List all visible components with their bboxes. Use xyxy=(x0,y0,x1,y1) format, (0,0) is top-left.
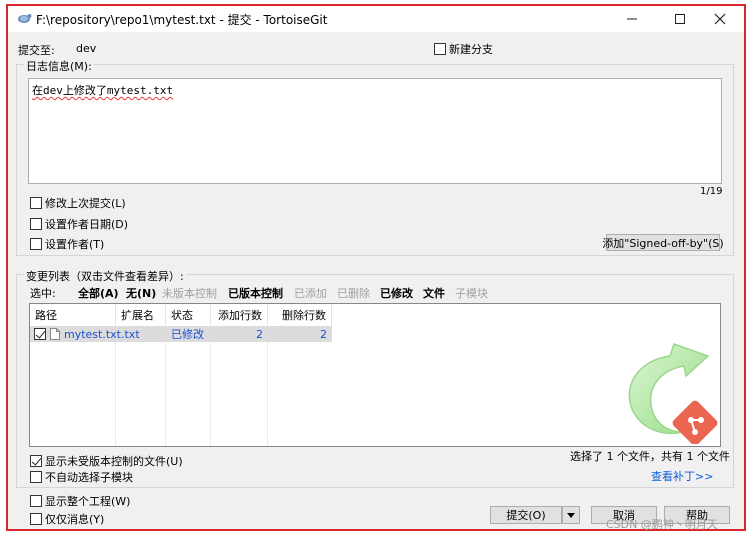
row-checkbox[interactable] xyxy=(34,328,46,340)
amend-checkbox[interactable]: 修改上次提交(L) xyxy=(30,195,126,211)
log-message-text: 在dev上修改了mytest.txt xyxy=(32,84,174,97)
tortoisegit-app-icon xyxy=(16,10,32,26)
column-header-deleted-lines[interactable]: 删除行数 xyxy=(268,304,332,326)
column-divider xyxy=(210,326,211,446)
show-whole-project-checkbox[interactable]: 显示整个工程(W) xyxy=(30,493,130,509)
text-file-icon xyxy=(50,328,60,340)
maximize-button[interactable] xyxy=(660,6,700,32)
amend-checkbox-box[interactable] xyxy=(30,197,42,209)
commit-button[interactable]: 提交(O) xyxy=(490,506,562,524)
filter-versioned[interactable]: 已版本控制 xyxy=(228,285,283,301)
message-char-counter: 1/19 xyxy=(700,186,723,197)
filter-added[interactable]: 已添加 xyxy=(294,285,327,301)
filter-unversioned[interactable]: 未版本控制 xyxy=(162,285,217,301)
new-branch-checkbox-box[interactable] xyxy=(434,43,446,55)
set-author-checkbox[interactable]: 设置作者(T) xyxy=(30,236,104,252)
selection-summary: 选择了 1 个文件，共有 1 个文件 xyxy=(570,450,730,463)
row-deleted-lines: 2 xyxy=(320,327,327,341)
set-author-date-label: 设置作者日期(D) xyxy=(45,218,129,231)
show-unversioned-checkbox-box[interactable] xyxy=(30,455,42,467)
changes-file-list[interactable]: 路径 扩展名 状态 添加行数 删除行数 mytest.txt .txt 已修改 … xyxy=(29,303,721,447)
show-whole-project-checkbox-box[interactable] xyxy=(30,495,42,507)
column-divider xyxy=(115,326,116,446)
filter-select-label: 选中: xyxy=(30,287,56,300)
minimize-button[interactable] xyxy=(612,6,652,32)
window-title: F:\repository\repo1\mytest.txt - 提交 - To… xyxy=(36,13,328,27)
no-auto-submodules-label: 不自动选择子模块 xyxy=(45,471,133,484)
no-auto-submodules-checkbox[interactable]: 不自动选择子模块 xyxy=(30,469,133,485)
filter-deleted[interactable]: 已删除 xyxy=(337,285,370,301)
set-author-checkbox-box[interactable] xyxy=(30,238,42,250)
message-only-checkbox-box[interactable] xyxy=(30,513,42,525)
filter-modified[interactable]: 已修改 xyxy=(380,285,413,301)
row-status: 已修改 xyxy=(171,328,204,341)
column-divider xyxy=(267,326,268,446)
row-extension: .txt xyxy=(121,327,140,341)
table-row[interactable]: mytest.txt .txt 已修改 2 2 xyxy=(30,326,332,342)
new-branch-checkbox[interactable]: 新建分支 xyxy=(434,41,493,57)
commit-arrow-logo xyxy=(612,336,720,446)
no-auto-submodules-checkbox-box[interactable] xyxy=(30,471,42,483)
add-signed-off-by-button[interactable]: 添加"Signed-off-by"(S) xyxy=(602,234,724,251)
chevron-down-icon xyxy=(567,512,575,518)
column-divider xyxy=(165,326,166,446)
message-only-label: 仅仅消息(Y) xyxy=(45,513,105,526)
set-author-label: 设置作者(T) xyxy=(45,238,105,251)
close-icon xyxy=(714,13,726,25)
column-header-added-lines[interactable]: 添加行数 xyxy=(211,304,268,326)
commit-to-label: 提交至: xyxy=(18,44,55,57)
changes-group-title: 变更列表（双击文件查看差异）: xyxy=(24,268,186,284)
column-header-status[interactable]: 状态 xyxy=(166,304,211,326)
filter-submodules[interactable]: 子模块 xyxy=(455,285,488,301)
new-branch-label: 新建分支 xyxy=(449,43,493,56)
row-path: mytest.txt xyxy=(64,327,121,341)
amend-label: 修改上次提交(L) xyxy=(45,197,126,210)
show-whole-project-label: 显示整个工程(W) xyxy=(45,495,131,508)
log-message-group-title: 日志信息(M): xyxy=(24,58,94,74)
filter-files[interactable]: 文件 xyxy=(423,285,445,301)
show-unversioned-checkbox[interactable]: 显示未受版本控制的文件(U) xyxy=(30,453,183,469)
maximize-icon xyxy=(675,14,685,24)
filter-none[interactable]: 无(N) xyxy=(126,285,156,301)
commit-dropdown-button[interactable] xyxy=(562,506,580,524)
csdn-watermark: CSDN @鹏神丶明月天 xyxy=(606,518,718,531)
column-header-extension[interactable]: 扩展名 xyxy=(116,304,166,326)
commit-to-branch: dev xyxy=(76,42,97,55)
close-button[interactable] xyxy=(700,6,740,32)
view-patch-link[interactable]: 查看补丁>> xyxy=(651,468,713,484)
row-added-lines: 2 xyxy=(256,327,263,341)
minimize-icon xyxy=(627,18,637,20)
filter-all[interactable]: 全部(A) xyxy=(78,285,119,301)
show-unversioned-label: 显示未受版本控制的文件(U) xyxy=(45,455,183,468)
message-only-checkbox[interactable]: 仅仅消息(Y) xyxy=(30,511,104,527)
set-author-date-checkbox-box[interactable] xyxy=(30,218,42,230)
column-header-path[interactable]: 路径 xyxy=(30,304,116,326)
set-author-date-checkbox[interactable]: 设置作者日期(D) xyxy=(30,216,128,232)
log-message-textarea[interactable]: 在dev上修改了mytest.txt xyxy=(28,78,722,184)
